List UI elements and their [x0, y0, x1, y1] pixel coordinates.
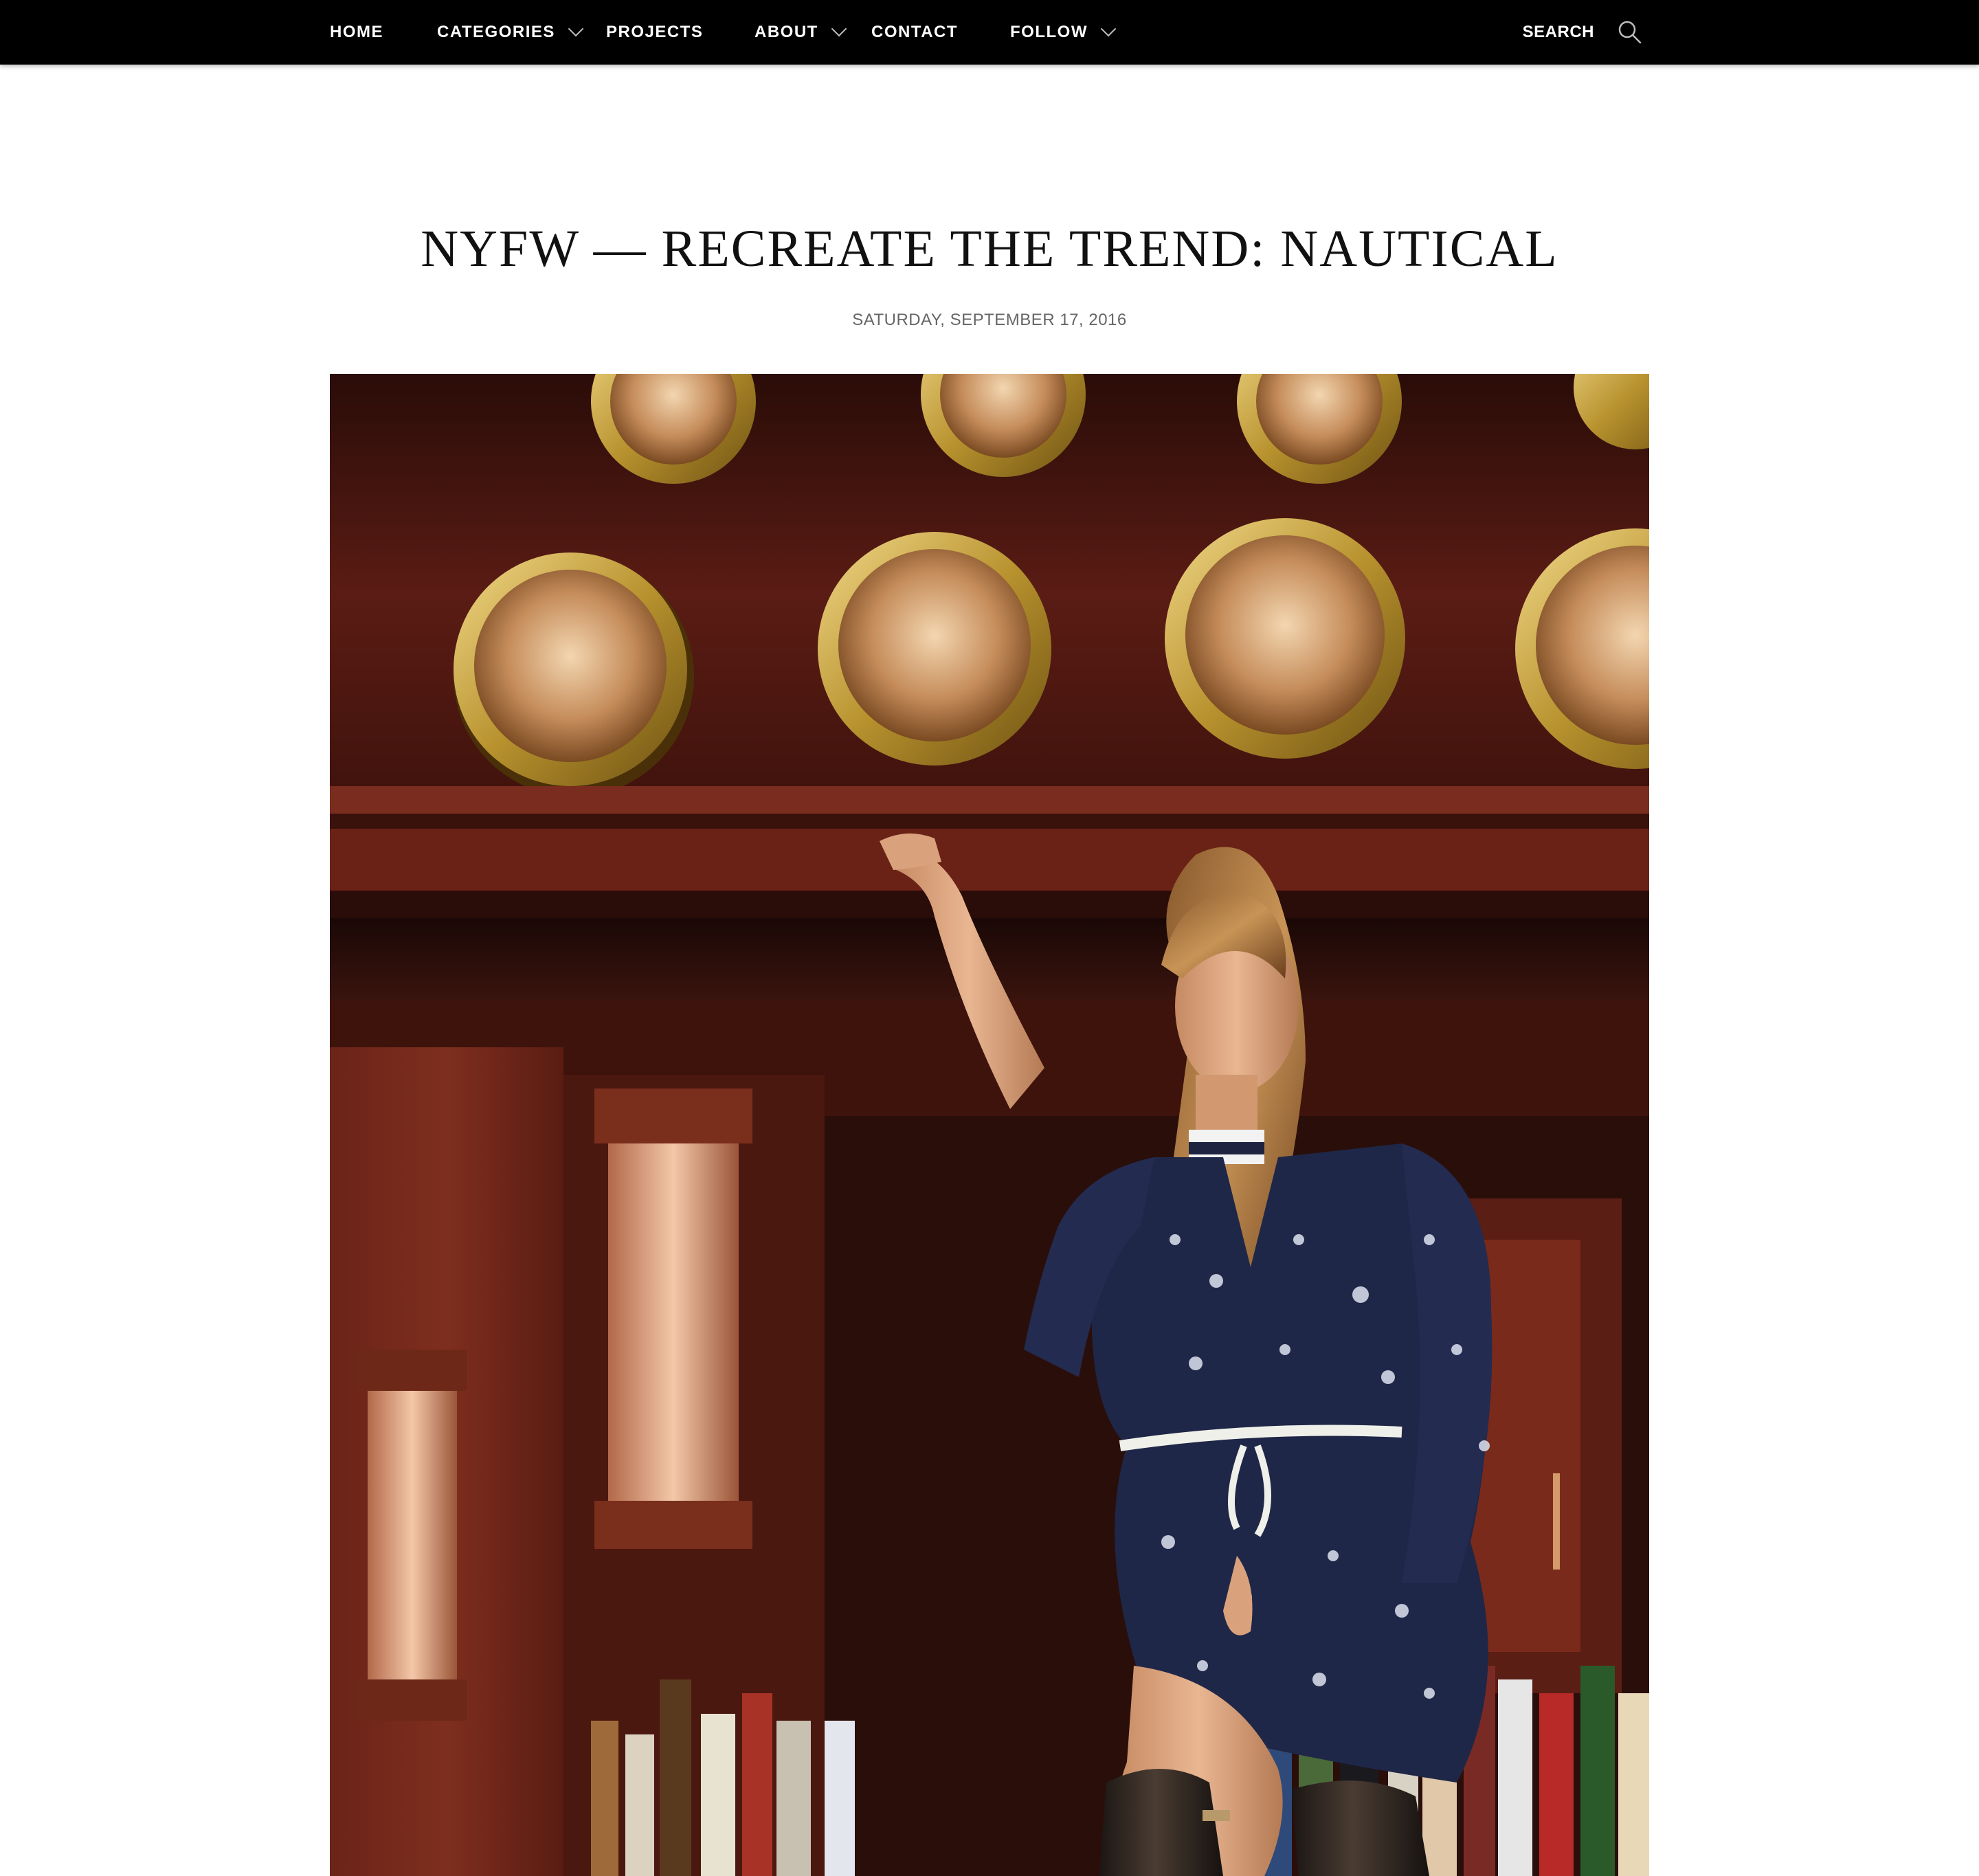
- top-navigation-bar: HOME CATEGORIES PROJECTS ABOUT CONTACT F…: [0, 0, 1979, 65]
- hero-illustration: [330, 374, 1649, 1876]
- nav-about-label: ABOUT: [754, 23, 818, 41]
- nav-about[interactable]: ABOUT: [754, 0, 847, 65]
- nav-contact[interactable]: CONTACT: [871, 0, 958, 65]
- nav-follow[interactable]: FOLLOW: [1010, 0, 1117, 65]
- nav-follow-label: FOLLOW: [1010, 23, 1088, 41]
- search-button[interactable]: SEARCH: [1523, 0, 1642, 65]
- magnifier-icon: [1618, 21, 1642, 44]
- chevron-down-icon: [568, 21, 584, 37]
- nav-home[interactable]: HOME: [330, 0, 383, 65]
- chevron-down-icon: [831, 21, 847, 37]
- hero-image: [330, 374, 1649, 1876]
- chevron-down-icon: [1100, 21, 1117, 37]
- nav-projects-label: PROJECTS: [606, 23, 704, 41]
- search-label: SEARCH: [1522, 23, 1594, 41]
- post-date: SATURDAY, SEPTEMBER 17, 2016: [852, 311, 1127, 329]
- nav-projects[interactable]: PROJECTS: [606, 0, 703, 65]
- nav-categories[interactable]: CATEGORIES: [437, 0, 584, 65]
- nav-home-label: HOME: [330, 23, 383, 41]
- post-title: NYFW — RECREATE THE TREND: NAUTICAL: [421, 220, 1558, 278]
- nav-categories-label: CATEGORIES: [437, 23, 555, 41]
- nav-contact-label: CONTACT: [871, 23, 959, 41]
